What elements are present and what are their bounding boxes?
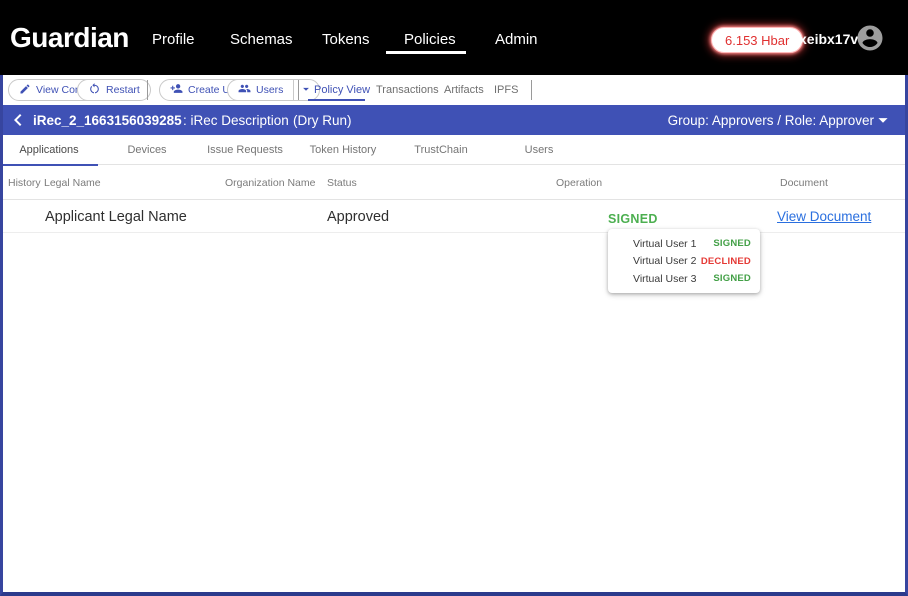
guardian-logo: Guardian — [10, 22, 129, 54]
back-chevron-icon[interactable] — [6, 108, 30, 132]
active-nav-underline — [386, 51, 466, 54]
signer-status-badge: SIGNED — [713, 273, 751, 284]
column-header-history: History — [8, 177, 41, 189]
restart-icon — [88, 82, 101, 98]
person-add-icon — [170, 82, 183, 98]
toolbar-separator — [147, 80, 148, 100]
policy-description: : iRec Description — [183, 113, 289, 128]
nav-item-profile[interactable]: Profile — [152, 31, 195, 48]
content-tab-bar: Applications Devices Issue Requests Toke… — [0, 135, 908, 165]
signer-user-label: Virtual User 2 — [633, 255, 696, 267]
tab-policy-view[interactable]: Policy View — [314, 84, 370, 96]
content-tab-devices[interactable]: Devices — [98, 135, 196, 165]
column-header-organization: Organization Name — [225, 177, 315, 189]
restart-label: Restart — [106, 84, 140, 96]
nav-item-policies[interactable]: Policies — [404, 31, 456, 48]
nav-item-schemas[interactable]: Schemas — [230, 31, 293, 48]
users-label: Users — [256, 84, 283, 96]
applications-table-header: History Legal Name Organization Name Sta… — [0, 165, 908, 200]
toolbar-separator — [298, 80, 299, 100]
signer-row: Virtual User 3 SIGNED — [608, 273, 760, 285]
content-tab-issue-requests[interactable]: Issue Requests — [196, 135, 294, 165]
username-label: xeibx17v — [799, 31, 858, 47]
cell-legal-name: Applicant Legal Name — [45, 209, 187, 225]
column-header-status: Status — [327, 177, 357, 189]
users-dropdown-button[interactable]: Users — [227, 79, 320, 101]
group-role-selector[interactable]: Group: Approvers / Role: Approver — [668, 113, 874, 128]
tab-artifacts[interactable]: Artifacts — [444, 84, 484, 96]
policy-info-bar: iRec_2_1663156039285 : iRec Description … — [0, 105, 908, 135]
signer-status-badge: DECLINED — [701, 256, 751, 267]
column-header-legal-name: Legal Name — [44, 177, 101, 189]
signer-user-label: Virtual User 3 — [633, 273, 696, 285]
group-role-caret-icon[interactable] — [872, 109, 894, 131]
app-header: Guardian Profile Schemas Tokens Policies… — [0, 0, 908, 75]
application-table-row: Applicant Legal Name Approved SIGNED Vie… — [0, 200, 908, 233]
content-tab-users[interactable]: Users — [490, 135, 588, 165]
column-header-document: Document — [780, 177, 828, 189]
toolbar-separator — [531, 80, 532, 100]
signers-popup: Virtual User 1 SIGNED Virtual User 2 DEC… — [608, 229, 760, 293]
policy-name: iRec_2_1663156039285 — [33, 113, 182, 128]
hbar-balance-badge: 6.153 Hbar — [711, 27, 803, 53]
edit-pencil-icon — [19, 83, 31, 98]
column-header-operation: Operation — [556, 177, 602, 189]
tab-transactions[interactable]: Transactions — [376, 84, 439, 96]
cell-status: Approved — [327, 209, 389, 225]
restart-button[interactable]: Restart — [77, 79, 151, 101]
signer-user-label: Virtual User 1 — [633, 238, 696, 250]
signer-row: Virtual User 2 DECLINED — [608, 255, 760, 267]
signer-status-badge: SIGNED — [713, 238, 751, 249]
tab-ipfs[interactable]: IPFS — [494, 84, 518, 96]
view-document-link[interactable]: View Document — [777, 209, 871, 224]
chevron-down-icon[interactable] — [299, 82, 313, 99]
button-divider — [293, 80, 294, 100]
nav-item-tokens[interactable]: Tokens — [322, 31, 370, 48]
active-tab-underline — [308, 99, 365, 101]
content-tab-trustchain[interactable]: TrustChain — [392, 135, 490, 165]
nav-item-admin[interactable]: Admin — [495, 31, 538, 48]
cell-operation-signed: SIGNED — [608, 212, 658, 226]
signer-row: Virtual User 1 SIGNED — [608, 238, 760, 250]
group-icon — [238, 82, 251, 98]
policy-mode-badge: (Dry Run) — [293, 113, 352, 128]
content-tab-token-history[interactable]: Token History — [294, 135, 392, 165]
account-circle-icon[interactable] — [855, 23, 885, 53]
content-tab-applications[interactable]: Applications — [0, 135, 98, 165]
